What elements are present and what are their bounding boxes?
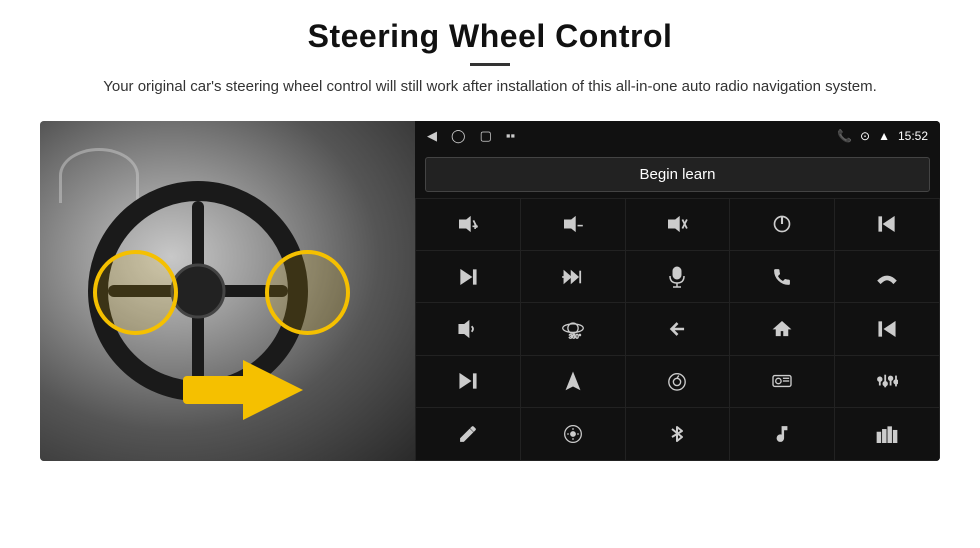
wifi-icon: ▲ [878, 129, 890, 143]
sw-center [170, 263, 225, 318]
svg-text:−: − [577, 221, 582, 231]
content-row: ◀ ◯ ▢ ▪▪ 📞 ⊙ ▲ 15:52 Begin learn [40, 121, 940, 461]
speedometer-hint [59, 148, 139, 203]
page-subtitle: Your original car's steering wheel contr… [80, 76, 900, 99]
status-bar: ◀ ◯ ▢ ▪▪ 📞 ⊙ ▲ 15:52 [415, 121, 940, 151]
bluetooth-button[interactable] [626, 408, 730, 459]
title-section: Steering Wheel Control Your original car… [40, 18, 940, 99]
home-icon[interactable]: ◯ [451, 128, 466, 144]
mic-button[interactable] [626, 251, 730, 302]
eject-button[interactable] [626, 356, 730, 407]
android-screen: ◀ ◯ ▢ ▪▪ 📞 ⊙ ▲ 15:52 Begin learn [415, 121, 940, 461]
recent-icon[interactable]: ▢ [480, 128, 492, 144]
power-button[interactable] [730, 199, 834, 250]
fast-forward-button[interactable] [521, 251, 625, 302]
title-divider [470, 63, 510, 66]
mute-button[interactable] [626, 199, 730, 250]
phone-call-button[interactable] [730, 251, 834, 302]
car-image [40, 121, 415, 461]
home-nav-button[interactable] [730, 303, 834, 354]
speaker-button[interactable] [416, 303, 520, 354]
page-container: Steering Wheel Control Your original car… [0, 0, 980, 548]
radio-button[interactable] [730, 356, 834, 407]
bars-button[interactable] [835, 408, 939, 459]
navigate-button[interactable] [521, 356, 625, 407]
back-icon[interactable]: ◀ [427, 128, 437, 144]
highlight-circle-right [265, 250, 350, 335]
signal-icon: ▪▪ [506, 128, 515, 143]
begin-learn-row: Begin learn [415, 151, 940, 198]
highlight-circle-left [93, 250, 178, 335]
svg-text:360°: 360° [568, 334, 581, 339]
settings-circle-button[interactable] [521, 408, 625, 459]
prev-track-button[interactable] [835, 199, 939, 250]
back-nav-button[interactable] [626, 303, 730, 354]
vol-up-button[interactable]: + [416, 199, 520, 250]
begin-learn-button[interactable]: Begin learn [425, 157, 930, 192]
status-bar-right: 📞 ⊙ ▲ 15:52 [837, 129, 928, 143]
page-title: Steering Wheel Control [40, 18, 940, 55]
svg-text:+: + [472, 222, 477, 232]
skip-back-button[interactable] [835, 303, 939, 354]
status-bar-left: ◀ ◯ ▢ ▪▪ [427, 128, 515, 144]
equalizer-button[interactable] [835, 356, 939, 407]
next-track-button[interactable] [416, 251, 520, 302]
arrow-container [183, 360, 303, 420]
skip-fwd-button[interactable] [416, 356, 520, 407]
hang-up-button[interactable] [835, 251, 939, 302]
pen-button[interactable] [416, 408, 520, 459]
vol-down-button[interactable]: − [521, 199, 625, 250]
music-button[interactable] [730, 408, 834, 459]
location-icon: ⊙ [860, 129, 870, 143]
controls-grid: + − [415, 198, 940, 461]
arrow-head [243, 360, 303, 420]
360-cam-button[interactable]: 360° [521, 303, 625, 354]
time-display: 15:52 [898, 129, 928, 143]
phone-icon: 📞 [837, 129, 852, 143]
